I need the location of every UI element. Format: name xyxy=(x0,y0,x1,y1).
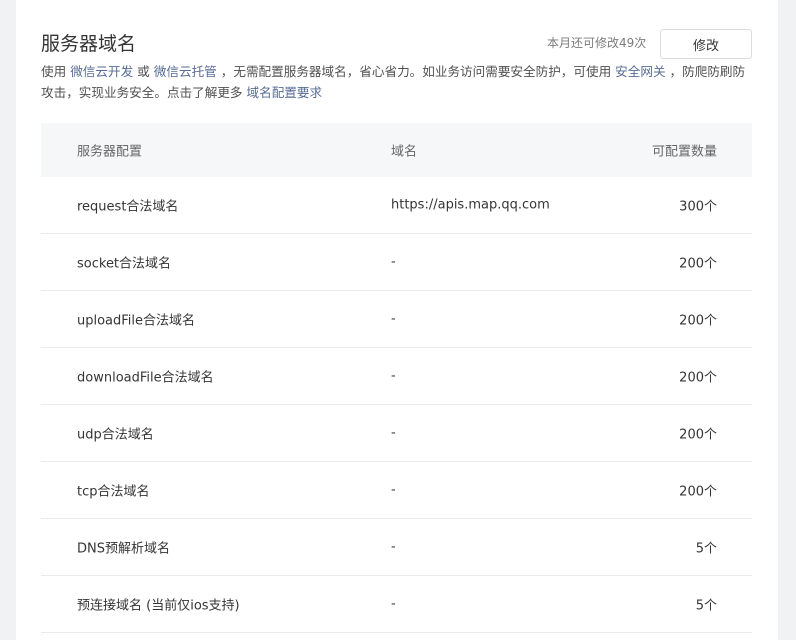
row-domain: - xyxy=(391,482,396,498)
header-config: 服务器配置 xyxy=(77,144,143,160)
row-count: 300个 xyxy=(679,199,717,215)
row-config: uploadFile合法域名 xyxy=(77,313,196,329)
row-count: 5个 xyxy=(695,598,717,614)
row-count: 5个 xyxy=(695,541,717,557)
table-row: socket合法域名 - 200个 xyxy=(41,234,752,291)
domain-table: 服务器配置 域名 可配置数量 request合法域名 https://apis.… xyxy=(41,123,752,633)
edit-quota-text: 本月还可修改49次 xyxy=(547,36,647,50)
server-domain-card: 服务器域名 本月还可修改49次 修改 使用 微信云开发 或 微信云托管 ，无需配… xyxy=(16,0,778,640)
row-domain: - xyxy=(391,254,396,270)
table-row: uploadFile合法域名 - 200个 xyxy=(41,291,752,348)
row-config: 预连接域名 (当前仅ios支持) xyxy=(77,598,240,614)
security-gateway-link[interactable]: 安全网关 xyxy=(615,64,665,79)
table-row: downloadFile合法域名 - 200个 xyxy=(41,348,752,405)
desc-text-1: 使用 xyxy=(41,64,71,79)
table-header: 服务器配置 域名 可配置数量 xyxy=(41,123,752,177)
row-config: request合法域名 xyxy=(77,199,179,215)
table-row: udp合法域名 - 200个 xyxy=(41,405,752,462)
row-count: 200个 xyxy=(679,370,717,386)
row-config: socket合法域名 xyxy=(77,256,172,272)
row-count: 200个 xyxy=(679,484,717,500)
desc-text-2: 或 xyxy=(133,64,154,79)
row-config: DNS预解析域名 xyxy=(77,541,170,557)
row-count: 200个 xyxy=(679,256,717,272)
row-config: downloadFile合法域名 xyxy=(77,370,214,386)
table-row: request合法域名 https://apis.map.qq.com 300个 xyxy=(41,177,752,234)
section-description: 使用 微信云开发 或 微信云托管 ，无需配置服务器域名，省心省力。如业务访问需要… xyxy=(41,61,753,103)
edit-button[interactable]: 修改 xyxy=(660,29,752,59)
row-domain: - xyxy=(391,311,396,327)
cloud-dev-link[interactable]: 微信云开发 xyxy=(70,64,133,79)
row-domain: https://apis.map.qq.com xyxy=(391,197,550,213)
header-count: 可配置数量 xyxy=(651,144,717,160)
row-count: 200个 xyxy=(679,313,717,329)
row-domain: - xyxy=(391,539,396,555)
row-config: tcp合法域名 xyxy=(77,484,150,500)
row-config: udp合法域名 xyxy=(77,427,154,443)
header-domain: 域名 xyxy=(391,144,418,160)
cloud-hosting-link[interactable]: 微信云托管 xyxy=(154,64,217,79)
desc-text-3: ，无需配置服务器域名，省心省力。如业务访问需要安全防护，可使用 xyxy=(216,64,616,79)
row-domain: - xyxy=(391,425,396,441)
section-title: 服务器域名 xyxy=(41,33,137,55)
table-row: tcp合法域名 - 200个 xyxy=(41,462,752,519)
row-domain: - xyxy=(391,596,396,612)
domain-requirements-link[interactable]: 域名配置要求 xyxy=(247,85,323,100)
table-row: DNS预解析域名 - 5个 xyxy=(41,519,752,576)
row-domain: - xyxy=(391,368,396,384)
row-count: 200个 xyxy=(679,427,717,443)
